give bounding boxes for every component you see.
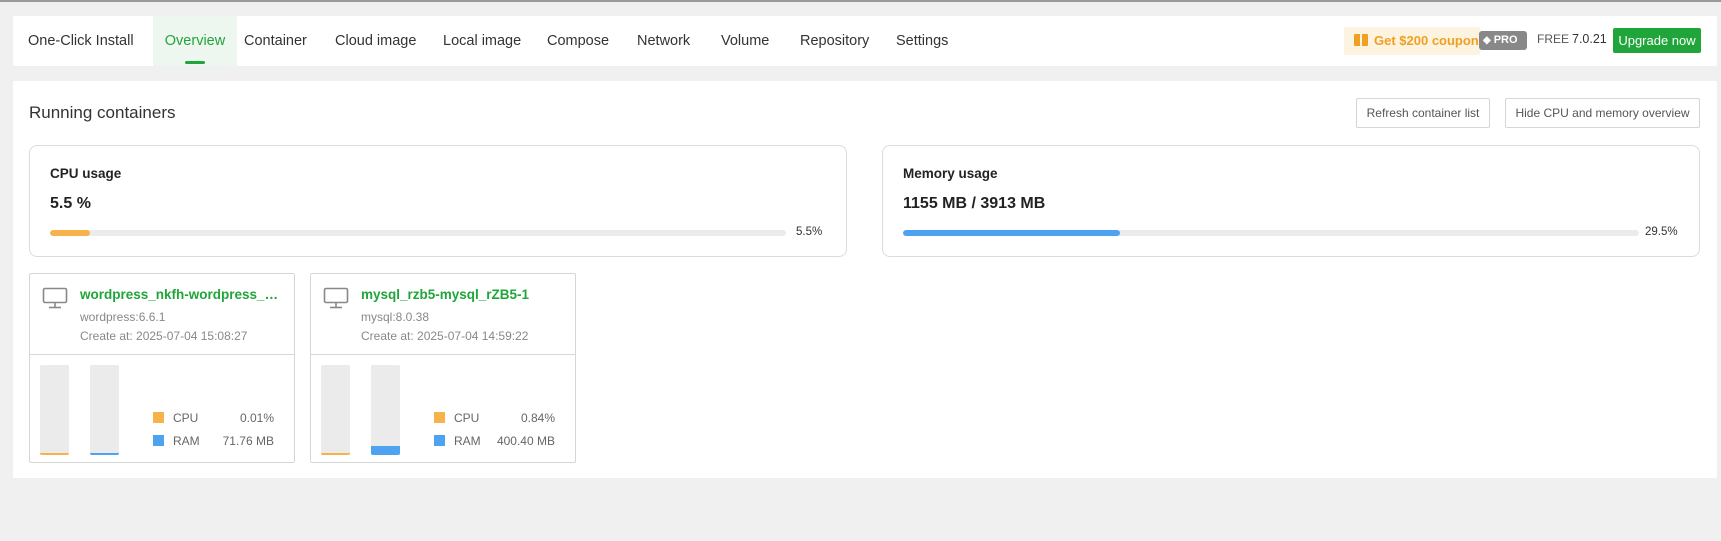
cpu-legend-value: 0.84% — [520, 411, 555, 425]
memory-progress-fill — [903, 230, 1121, 236]
ram-legend-label: RAM — [454, 434, 481, 448]
tab-volume[interactable]: Volume — [721, 16, 769, 66]
cpu-usage-title: CPU usage — [50, 166, 122, 181]
cpu-progress-track — [50, 230, 786, 236]
card-divider — [30, 354, 294, 355]
ram-vertical-bar-fill — [371, 446, 400, 455]
gift-icon — [1354, 34, 1368, 46]
container-created-at: Create at: 2025-07-04 15:08:27 — [80, 329, 248, 343]
version-label: 7.0.21 — [1572, 32, 1607, 46]
ram-legend-swatch — [153, 435, 164, 446]
coupon-button[interactable]: Get $200 coupon — [1344, 27, 1480, 55]
ram-vertical-bar — [90, 365, 119, 455]
cpu-vertical-bar — [40, 365, 69, 455]
container-image: mysql:8.0.38 — [361, 310, 430, 324]
tab-container[interactable]: Container — [244, 16, 307, 66]
pro-label: PRO — [1493, 34, 1518, 46]
ram-legend-value: 71.76 MB — [222, 434, 274, 448]
memory-usage-value: 1155 MB / 3913 MB — [903, 195, 1046, 212]
upgrade-now-button[interactable]: Upgrade now — [1613, 28, 1701, 53]
cpu-vertical-bar-fill — [321, 453, 350, 455]
tab-overview[interactable]: Overview — [153, 16, 237, 66]
tab-settings[interactable]: Settings — [896, 16, 948, 66]
monitor-icon — [42, 287, 68, 309]
cpu-percent-label: 5.5% — [796, 226, 823, 238]
cpu-usage-value: 5.5 % — [50, 195, 91, 212]
ram-legend-label: RAM — [173, 434, 200, 448]
cpu-legend-swatch — [434, 412, 445, 423]
ram-legend-swatch — [434, 435, 445, 446]
memory-usage-title: Memory usage — [903, 166, 998, 181]
container-card[interactable]: mysql_rzb5-mysql_rZB5-1 mysql:8.0.38 Cre… — [310, 273, 576, 463]
tab-repository[interactable]: Repository — [800, 16, 869, 66]
page-title: Running containers — [29, 103, 176, 122]
tab-network[interactable]: Network — [637, 16, 690, 66]
tab-local-image[interactable]: Local image — [443, 16, 521, 66]
tab-one-click-install[interactable]: One-Click Install — [28, 16, 134, 66]
container-name-link[interactable]: mysql_rzb5-mysql_rZB5-1 — [361, 287, 567, 302]
memory-progress-track — [903, 230, 1639, 236]
card-divider — [311, 354, 575, 355]
coupon-label: Get $200 coupon — [1374, 33, 1479, 48]
memory-percent-label: 29.5% — [1645, 226, 1678, 238]
cpu-vertical-bar — [321, 365, 350, 455]
cpu-legend-label: CPU — [454, 411, 480, 425]
plan-label: FREE — [1537, 32, 1570, 46]
refresh-container-list-button[interactable]: Refresh container list — [1356, 98, 1490, 128]
window-top-border — [0, 0, 1721, 2]
cpu-usage-card: CPU usage 5.5 % 5.5% — [29, 145, 847, 257]
main-panel: Running containers Refresh container lis… — [13, 81, 1717, 478]
active-tab-indicator — [185, 61, 205, 64]
cpu-legend-label: CPU — [173, 411, 199, 425]
ram-legend-value: 400.40 MB — [496, 434, 555, 448]
top-nav: One-Click Install Overview Container Clo… — [13, 16, 1717, 66]
container-created-at: Create at: 2025-07-04 14:59:22 — [361, 329, 529, 343]
ram-vertical-bar-fill — [90, 453, 119, 455]
pro-badge[interactable]: ◆ PRO — [1479, 31, 1527, 50]
tab-compose[interactable]: Compose — [547, 16, 609, 66]
monitor-icon — [323, 287, 349, 309]
memory-usage-card: Memory usage 1155 MB / 3913 MB 29.5% — [882, 145, 1700, 257]
container-name-link[interactable]: wordpress_nkfh-wordpress_nkfh-1 — [80, 287, 286, 302]
container-card[interactable]: wordpress_nkfh-wordpress_nkfh-1 wordpres… — [29, 273, 295, 463]
container-image: wordpress:6.6.1 — [80, 310, 166, 324]
cpu-vertical-bar-fill — [40, 453, 69, 455]
cpu-legend-swatch — [153, 412, 164, 423]
diamond-icon: ◆ — [1483, 35, 1491, 46]
hide-cpu-memory-overview-button[interactable]: Hide CPU and memory overview — [1505, 98, 1700, 128]
cpu-progress-fill — [50, 230, 91, 236]
ram-vertical-bar — [371, 365, 400, 455]
cpu-legend-value: 0.01% — [239, 411, 274, 425]
tab-cloud-image[interactable]: Cloud image — [335, 16, 416, 66]
